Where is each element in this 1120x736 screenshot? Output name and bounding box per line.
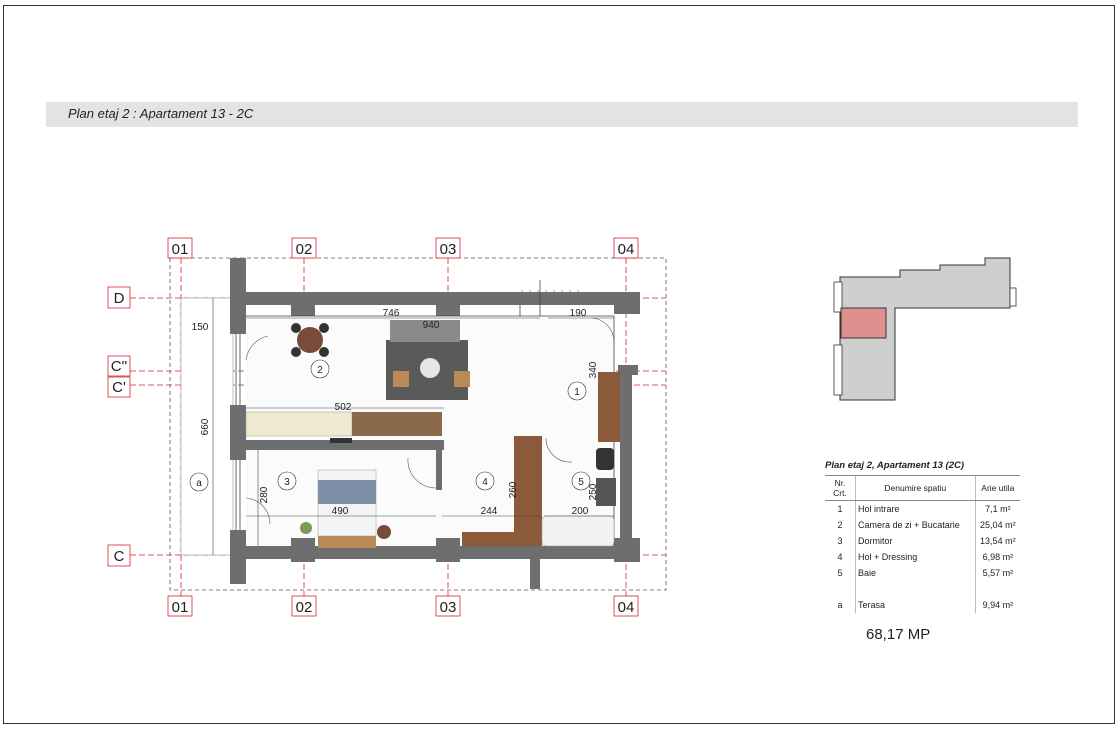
room-label-3: 3: [284, 477, 290, 488]
grid-label-04-bottom: 04: [618, 599, 635, 616]
table-row: [825, 581, 1020, 597]
room-label-2: 2: [317, 365, 323, 376]
dim-190: 190: [570, 308, 587, 319]
wardrobe-horizontal: [462, 532, 542, 546]
bed-blanket: [318, 480, 376, 504]
dim-280: 280: [259, 486, 270, 503]
legend-header-area: Arie utila: [974, 475, 1020, 501]
key-plan: [833, 257, 1017, 401]
grid-label-d: D: [114, 290, 125, 307]
key-plan-highlight: [840, 307, 887, 339]
room-label-a: a: [196, 478, 202, 489]
dim-660: 660: [200, 418, 211, 435]
total-area: 68,17 MP: [866, 626, 931, 643]
dim-260: 260: [508, 481, 519, 498]
grid-label-c2: C'': [111, 358, 128, 375]
bedside-table: [377, 525, 391, 539]
legend-title: Plan etaj 2, Apartament 13 (2C): [825, 460, 965, 471]
grid-labels-top: 01 02 03 04: [167, 237, 639, 259]
dim-940: 940: [423, 320, 440, 331]
grid-label-03-bottom: 03: [440, 599, 457, 616]
dim-244: 244: [481, 506, 498, 517]
plant: [300, 522, 312, 534]
kitchen-appliance: [330, 438, 352, 443]
legend-header-name: Denumire spatiu: [855, 475, 976, 501]
toilet: [596, 448, 614, 470]
armchair-right: [454, 371, 470, 387]
grid-label-02-top: 02: [296, 241, 313, 258]
dim-490: 490: [332, 506, 349, 517]
table-row: 1 Hol intrare 7,1 m²: [825, 500, 1020, 517]
grid-label-02-bottom: 02: [296, 599, 313, 616]
grid-label-c1: C': [112, 379, 126, 396]
room-label-5: 5: [578, 477, 584, 488]
dim-746: 746: [383, 308, 400, 319]
table-row: 2 Camera de zi + Bucatarie 25,04 m²: [825, 517, 1020, 533]
dim-250: 250: [588, 483, 599, 500]
grid-label-03-top: 03: [440, 241, 457, 258]
table-row: 4 Hol + Dressing 6,98 m²: [825, 549, 1020, 565]
grid-labels-bottom: 01 02 03 04: [167, 595, 639, 617]
legend-header-nr: Nr. Crt.: [825, 475, 856, 501]
bed-base: [318, 536, 376, 548]
kitchen-counter-dark: [352, 412, 442, 436]
floor-plan: 01 02 03 04 01 02 03 04 D C'' C' C 746 9…: [107, 237, 1017, 617]
grid-label-01-top: 01: [172, 241, 189, 258]
dim-200: 200: [572, 506, 589, 517]
entry-wardrobe: [598, 372, 620, 442]
legend-table: Nr. Crt. Denumire spatiu Arie utila 1 Ho…: [825, 475, 1020, 613]
sink: [596, 478, 616, 506]
dim-340: 340: [588, 361, 599, 378]
room-label-1: 1: [574, 387, 580, 398]
table-row: 5 Baie 5,57 m²: [825, 565, 1020, 581]
grid-label-04-top: 04: [618, 241, 635, 258]
grid-label-01-bottom: 01: [172, 599, 189, 616]
armchair-left: [393, 371, 409, 387]
dim-502: 502: [335, 402, 352, 413]
bathtub: [541, 515, 615, 547]
grid-labels-left: D C'' C' C: [107, 286, 131, 567]
table-row: a Terasa 9,94 m²: [825, 597, 1020, 613]
dim-150: 150: [192, 322, 209, 333]
table-row: 3 Dormitor 13,54 m²: [825, 533, 1020, 549]
room-label-4: 4: [482, 477, 488, 488]
grid-label-c: C: [114, 548, 125, 565]
kitchen-counter: [245, 411, 353, 437]
coffee-table: [420, 358, 440, 378]
area-legend: Plan etaj 2, Apartament 13 (2C) Nr. Crt.…: [825, 460, 1020, 613]
